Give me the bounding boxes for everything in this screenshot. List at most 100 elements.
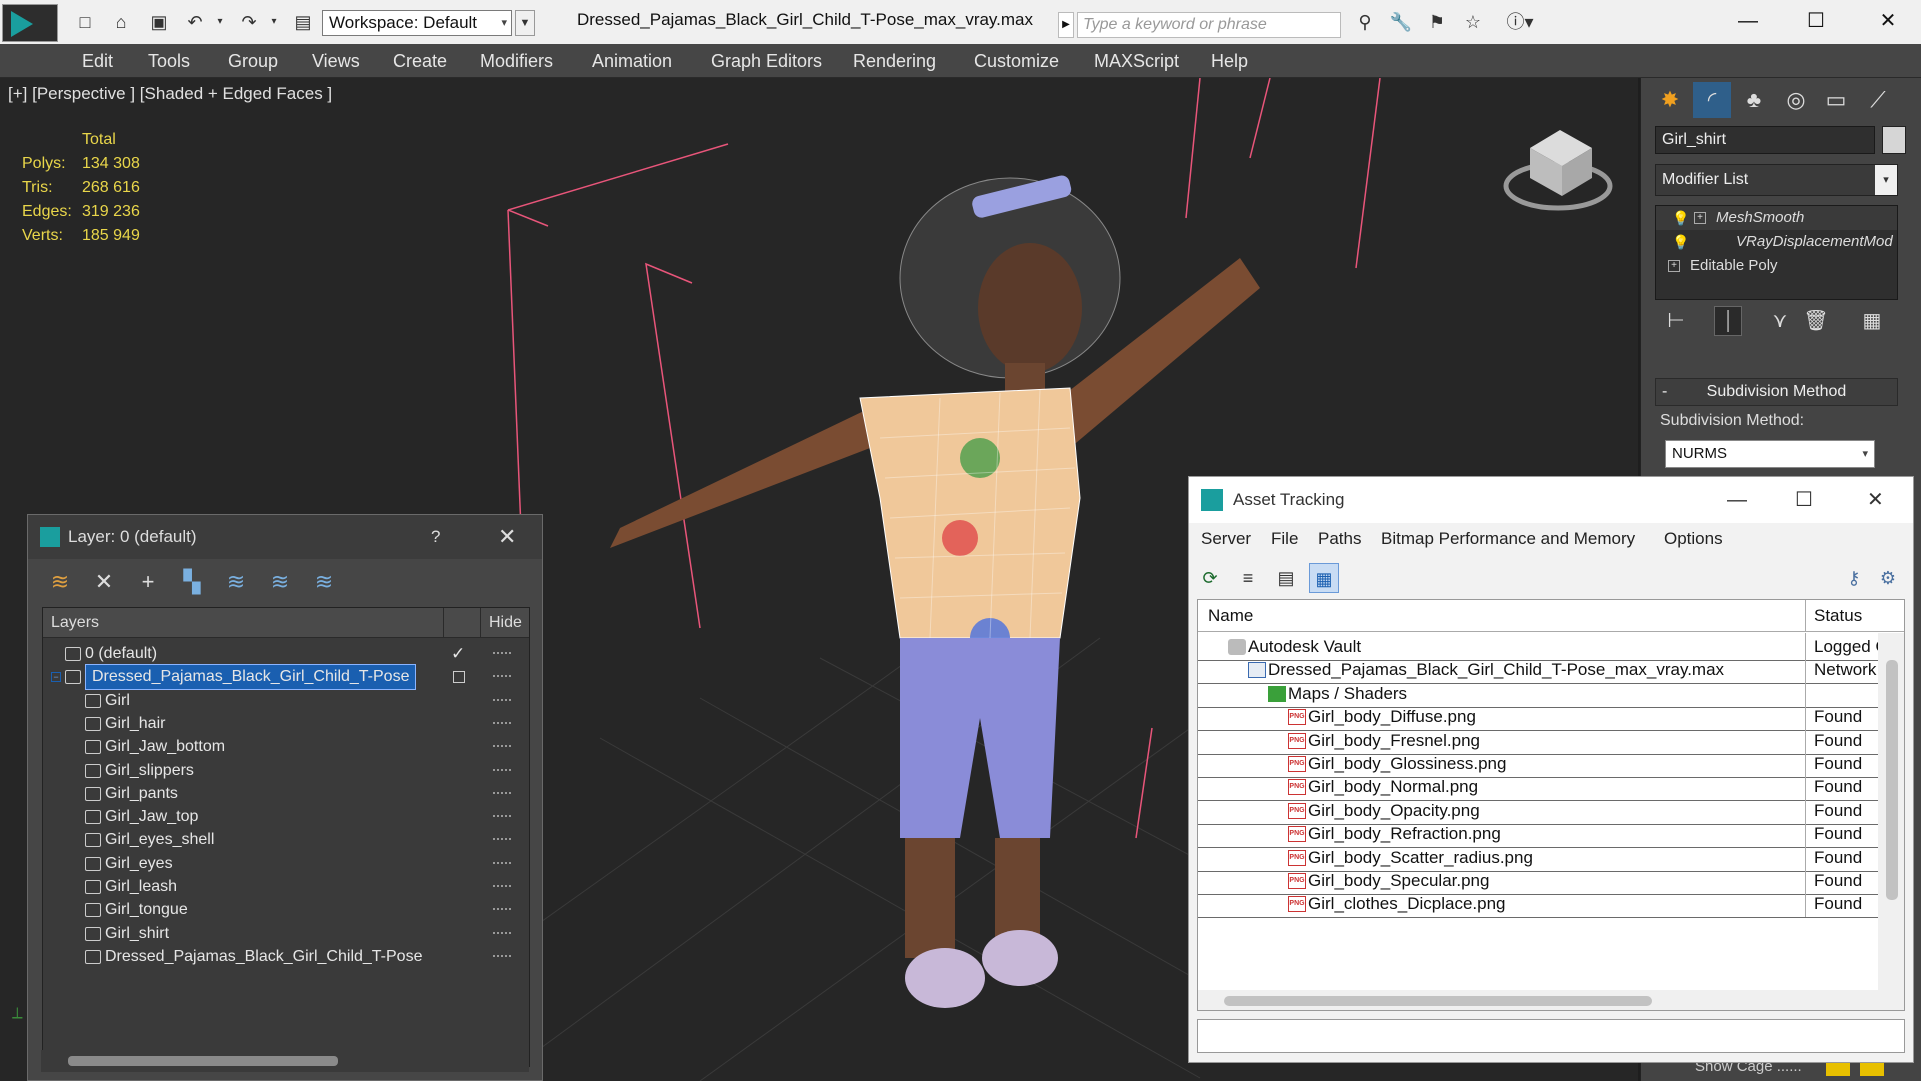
menu-graph-editors[interactable]: Graph Editors: [711, 44, 822, 78]
scrollbar-thumb[interactable]: [1886, 660, 1898, 900]
freeze-all-layers-icon[interactable]: ≋: [310, 567, 338, 597]
tools-icon[interactable]: 🔧: [1388, 9, 1414, 35]
menu-edit[interactable]: Edit: [82, 44, 113, 78]
workspace-menu-button[interactable]: ▼: [515, 10, 535, 36]
vault-options-icon[interactable]: ⚙: [1873, 563, 1903, 593]
workspace-select[interactable]: Workspace: Default ▾: [322, 10, 512, 36]
asset-menu-paths[interactable]: Paths: [1318, 523, 1361, 555]
column-name[interactable]: Name: [1208, 600, 1253, 632]
hide-all-layers-icon[interactable]: ≋: [266, 567, 294, 597]
menu-animation[interactable]: Animation: [592, 44, 672, 78]
asset-menu-bitmap-performance[interactable]: Bitmap Performance and Memory: [1381, 523, 1635, 555]
pin-stack-icon[interactable]: ⊢: [1662, 306, 1690, 336]
menu-group[interactable]: Group: [228, 44, 278, 78]
hide-toggle[interactable]: [493, 861, 511, 866]
scrollbar-thumb[interactable]: [1224, 996, 1652, 1006]
utilities-tab-icon[interactable]: ⟋: [1859, 82, 1897, 118]
stack-item-meshsmooth[interactable]: 💡 + MeshSmooth: [1656, 206, 1897, 230]
help-icon[interactable]: ⓘ▾: [1502, 9, 1538, 35]
favorites-star-icon[interactable]: ☆: [1460, 9, 1486, 35]
create-layer-icon[interactable]: ≋: [46, 567, 74, 597]
minimize-icon[interactable]: —: [1727, 477, 1747, 523]
object-name-field[interactable]: Girl_shirt: [1655, 126, 1875, 154]
menu-views[interactable]: Views: [312, 44, 360, 78]
app-menu-button[interactable]: [2, 4, 58, 42]
hide-toggle[interactable]: [493, 721, 511, 726]
hide-toggle[interactable]: [493, 838, 511, 842]
binoculars-icon[interactable]: ⚲: [1352, 9, 1378, 35]
undo-icon[interactable]: ↶: [182, 9, 208, 35]
object-row[interactable]: Dressed_Pajamas_Black_Girl_Child_T-Pose: [43, 943, 529, 971]
table-view-icon[interactable]: ▦: [1309, 563, 1339, 593]
delete-layer-icon[interactable]: ✕: [90, 567, 118, 597]
search-expand-icon[interactable]: ▶: [1058, 12, 1074, 38]
refresh-icon[interactable]: ⟳: [1195, 563, 1225, 593]
current-layer-checkbox[interactable]: [453, 671, 465, 684]
object-color-swatch[interactable]: [1882, 126, 1906, 154]
asset-row[interactable]: PNG Girl_clothes_Dicplace.png Found: [1198, 890, 1878, 919]
list-view-icon[interactable]: ≡: [1233, 563, 1263, 593]
help-button[interactable]: ?: [431, 515, 440, 559]
highlight-layer-icon[interactable]: ≋: [222, 567, 250, 597]
create-tab-icon[interactable]: ✸: [1651, 82, 1689, 118]
layer-window-titlebar[interactable]: Layer: 0 (default) ? ✕: [28, 515, 542, 559]
menu-create[interactable]: Create: [393, 44, 447, 78]
undo-dropdown-icon[interactable]: ▾: [212, 9, 228, 35]
hide-toggle[interactable]: [493, 954, 511, 959]
collapse-icon[interactable]: −: [51, 672, 61, 683]
remove-modifier-icon[interactable]: 🗑: [1802, 306, 1830, 336]
subscription-icon[interactable]: ⚑: [1424, 9, 1450, 35]
hide-toggle[interactable]: [493, 652, 511, 656]
modify-tab-icon[interactable]: ◜: [1693, 82, 1731, 118]
close-icon[interactable]: ✕: [1867, 477, 1884, 523]
lightbulb-icon[interactable]: 💡: [1672, 230, 1689, 254]
redo-icon[interactable]: ↷: [236, 9, 262, 35]
make-unique-icon[interactable]: ⋎: [1766, 306, 1794, 336]
close-icon[interactable]: ✕: [498, 515, 516, 559]
show-end-result-icon[interactable]: ⏐: [1714, 306, 1742, 336]
lightbulb-icon[interactable]: 💡: [1672, 206, 1689, 230]
viewcube-icon[interactable]: [1503, 130, 1613, 211]
new-file-icon[interactable]: □: [72, 9, 98, 35]
hide-toggle[interactable]: [493, 745, 511, 749]
search-input[interactable]: Type a keyword or phrase: [1077, 12, 1341, 38]
hide-toggle[interactable]: [493, 885, 511, 889]
thumbnail-view-icon[interactable]: ▤: [1271, 563, 1301, 593]
asset-menu-file[interactable]: File: [1271, 523, 1298, 555]
configure-sets-icon[interactable]: ▦: [1858, 306, 1886, 336]
project-folder-icon[interactable]: ▤: [290, 9, 316, 35]
subdivision-method-rollout[interactable]: - Subdivision Method: [1655, 378, 1898, 406]
expand-icon[interactable]: +: [1668, 260, 1680, 272]
modifier-list-select[interactable]: Modifier List ▾: [1655, 164, 1898, 196]
motion-tab-icon[interactable]: ◎: [1777, 82, 1815, 118]
hide-toggle[interactable]: [493, 698, 511, 703]
open-file-icon[interactable]: ⌂: [108, 9, 134, 35]
column-hide[interactable]: Hide: [489, 608, 522, 638]
stack-item-vraydisplacementmod[interactable]: 💡 VRayDisplacementMod: [1656, 230, 1897, 254]
hide-toggle[interactable]: [493, 931, 511, 936]
hierarchy-tab-icon[interactable]: ♣: [1735, 82, 1773, 118]
hide-toggle[interactable]: [493, 675, 511, 679]
menu-maxscript[interactable]: MAXScript: [1094, 44, 1179, 78]
vault-login-icon[interactable]: ⚷: [1839, 563, 1869, 593]
asset-menu-options[interactable]: Options: [1664, 523, 1723, 555]
hide-toggle[interactable]: [493, 815, 511, 819]
column-layers[interactable]: Layers: [51, 608, 99, 638]
menu-modifiers[interactable]: Modifiers: [480, 44, 553, 78]
hide-toggle[interactable]: [493, 791, 511, 796]
menu-tools[interactable]: Tools: [148, 44, 190, 78]
menu-customize[interactable]: Customize: [974, 44, 1059, 78]
expand-icon[interactable]: +: [1694, 212, 1706, 224]
save-icon[interactable]: ▣: [146, 9, 172, 35]
hide-toggle[interactable]: [493, 908, 511, 912]
maximize-icon[interactable]: ☐: [1795, 477, 1813, 523]
close-icon[interactable]: ✕: [1858, 6, 1918, 36]
menu-help[interactable]: Help: [1211, 44, 1248, 78]
menu-rendering[interactable]: Rendering: [853, 44, 936, 78]
asset-window-titlebar[interactable]: Asset Tracking — ☐ ✕: [1189, 477, 1913, 523]
stack-item-editable-poly[interactable]: + Editable Poly: [1656, 254, 1897, 278]
display-tab-icon[interactable]: ▭: [1817, 82, 1855, 118]
subdivision-method-select[interactable]: NURMS ▾: [1665, 440, 1875, 468]
redo-dropdown-icon[interactable]: ▾: [266, 9, 282, 35]
hide-toggle[interactable]: [493, 768, 511, 773]
